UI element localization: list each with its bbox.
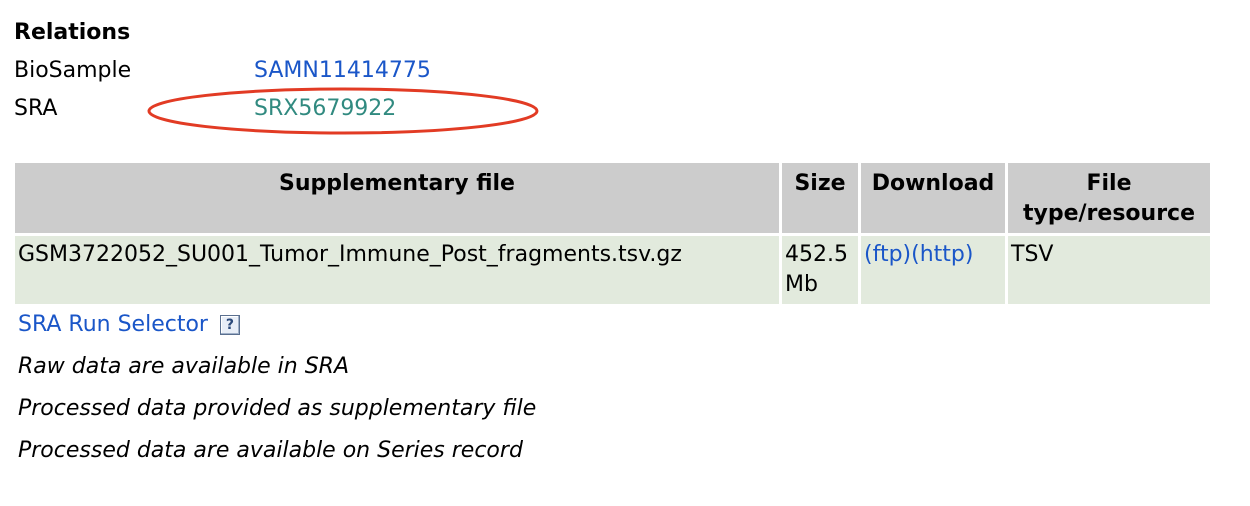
note-processed-supplementary: Processed data provided as supplementary… xyxy=(18,396,537,421)
sra-label: SRA xyxy=(14,96,58,121)
ftp-link[interactable]: (ftp) xyxy=(864,242,911,267)
biosample-link[interactable]: SAMN11414775 xyxy=(254,56,431,86)
help-icon[interactable]: ? xyxy=(219,315,240,335)
download-cell: (ftp)(http) xyxy=(861,236,1005,304)
sra-run-selector-link[interactable]: SRA Run Selector xyxy=(18,310,208,340)
note-raw-data: Raw data are available in SRA xyxy=(18,354,349,379)
note-processed-series: Processed data are available on Series r… xyxy=(18,438,523,463)
biosample-label: BioSample xyxy=(14,58,132,83)
sra-link[interactable]: SRX5679922 xyxy=(254,94,396,124)
table-header-row: Supplementary file Size Download File ty… xyxy=(15,163,1210,233)
header-supplementary-file: Supplementary file xyxy=(15,163,779,233)
file-type-cell: TSV xyxy=(1008,236,1210,304)
header-size: Size xyxy=(782,163,858,233)
file-size-cell: 452.5 Mb xyxy=(782,236,858,304)
header-download: Download xyxy=(861,163,1005,233)
relations-title: Relations xyxy=(14,20,131,45)
sra-run-selector-row: SRA Run Selector ? xyxy=(18,310,240,340)
table-row: GSM3722052_SU001_Tumor_Immune_Post_fragm… xyxy=(15,236,1210,304)
file-size-unit: Mb xyxy=(785,272,818,297)
http-link[interactable]: (http) xyxy=(911,242,973,267)
file-size-value: 452.5 xyxy=(785,242,848,267)
supplementary-files-table: Supplementary file Size Download File ty… xyxy=(12,160,1213,307)
header-file-type-line1: File xyxy=(1086,171,1132,196)
header-file-type: File type/resource xyxy=(1008,163,1210,233)
file-name-cell: GSM3722052_SU001_Tumor_Immune_Post_fragm… xyxy=(15,236,779,304)
header-file-type-line2: type/resource xyxy=(1022,201,1195,226)
